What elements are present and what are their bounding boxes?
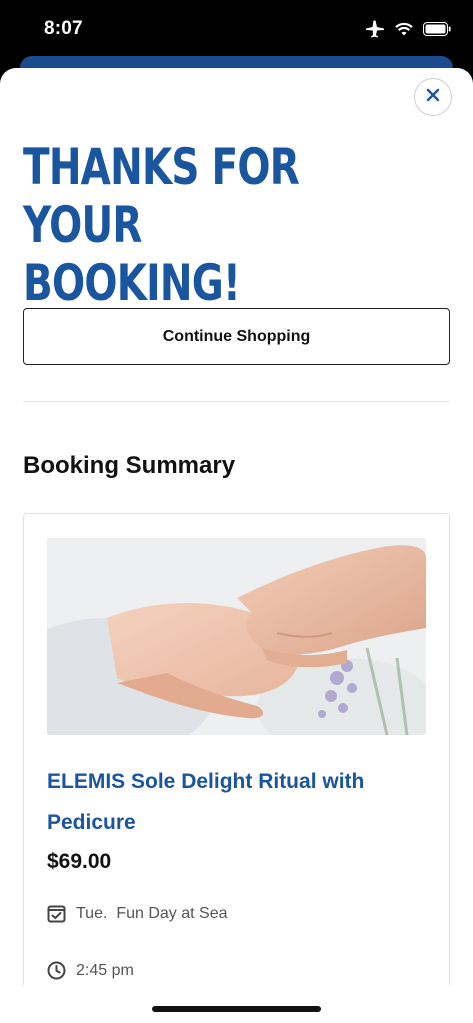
booking-confirmation-sheet: THANKS FOR YOUR BOOKING! Continue Shoppi… [0,68,473,1023]
close-button[interactable] [414,78,452,116]
booking-summary-title: Booking Summary [23,452,236,479]
calendar-check-icon [47,904,66,923]
status-icons [365,20,451,38]
wifi-icon [395,22,413,36]
airplane-icon [365,20,385,38]
service-image [47,538,426,735]
booking-card: ELEMIS Sole Delight Ritual with Pedicure… [23,513,450,1023]
service-price: $69.00 [47,850,112,873]
booking-date-text: Tue. Fun Day at Sea [76,904,228,922]
continue-shopping-button[interactable]: Continue Shopping [23,308,450,365]
close-icon [426,88,440,107]
booking-time-row: 2:45 pm [47,961,134,980]
divider [23,401,450,402]
booking-time-text: 2:45 pm [76,961,134,979]
booking-date-row: Tue. Fun Day at Sea [47,904,227,923]
home-indicator[interactable] [152,1006,321,1012]
status-bar: 8:07 [0,0,473,62]
clock-icon [47,961,66,980]
status-time: 8:07 [44,18,83,39]
battery-icon [423,22,451,36]
bottom-safe-area [0,985,473,1023]
service-name-link[interactable]: ELEMIS Sole Delight Ritual with Pedicure [47,761,387,843]
page-title: THANKS FOR YOUR BOOKING! [23,138,300,312]
